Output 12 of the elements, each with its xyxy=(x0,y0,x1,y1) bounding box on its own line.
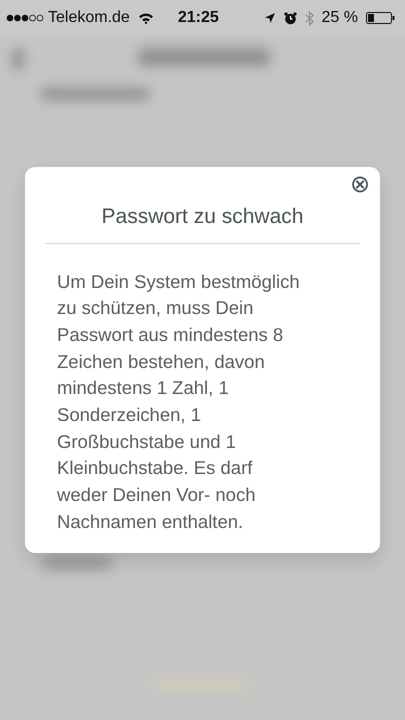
carrier-name: Telekom.de xyxy=(48,8,130,28)
dialog-title: Passwort zu schwach xyxy=(102,204,304,230)
bluetooth-icon xyxy=(304,10,314,26)
location-arrow-icon xyxy=(264,12,276,24)
battery-percent: 25 % xyxy=(322,8,358,28)
battery-icon xyxy=(366,12,395,24)
close-button[interactable]: ⊗ xyxy=(350,173,370,197)
signal-icon xyxy=(6,14,44,22)
alarm-clock-icon xyxy=(284,12,297,24)
wifi-icon xyxy=(138,12,154,24)
dialog-message: Um Dein System bestmöglich zu schützen, muss Dein Passwort aus mindestens 8 Zeichen bestehen, davon mindestens 1 Zahl, 1 Sonderzeichen, 1 Großbuchstabe und 1 Kleinbuchstabe. Es darf weder Deinen Vor- noch Nachnamen enthalten. xyxy=(57,270,300,534)
clock-time: 21:25 xyxy=(178,8,219,28)
